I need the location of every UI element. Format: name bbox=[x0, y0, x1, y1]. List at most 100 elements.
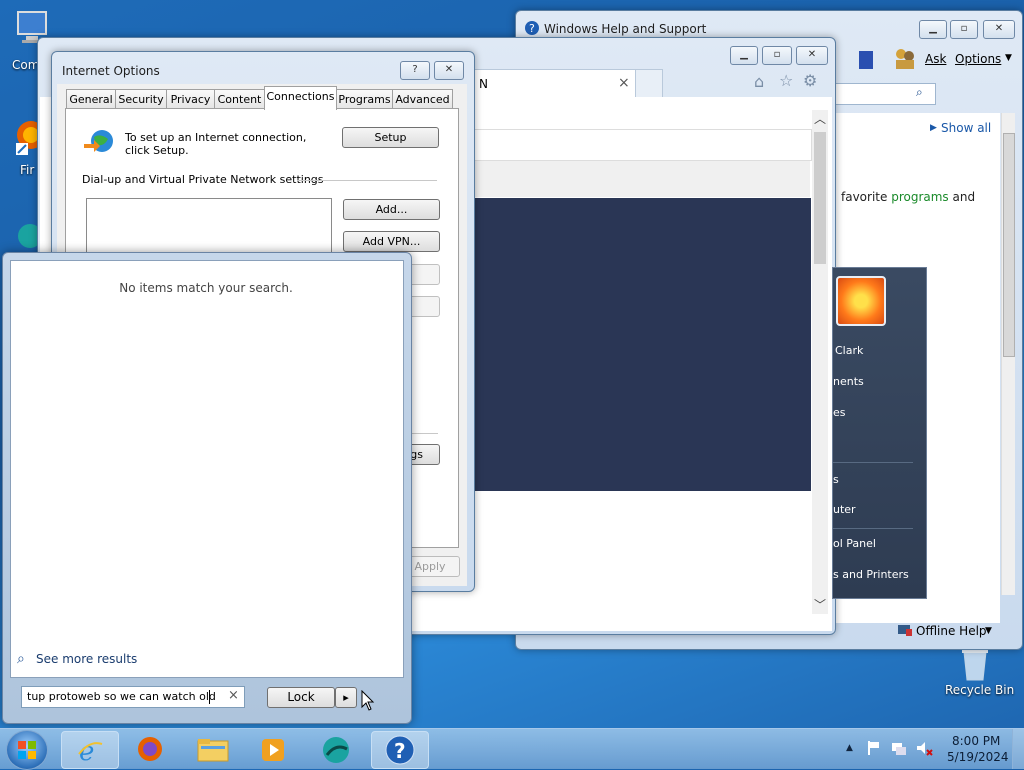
offline-help-button[interactable]: Offline Help bbox=[916, 624, 987, 638]
help-maximize-button[interactable]: ▫ bbox=[950, 20, 978, 39]
see-more-results-link[interactable]: See more results bbox=[36, 652, 137, 666]
tab-security[interactable]: Security bbox=[115, 89, 167, 109]
firefox-icon bbox=[138, 737, 162, 761]
lock-button[interactable]: Lock bbox=[267, 687, 335, 708]
browser-scrollbar-thumb[interactable] bbox=[814, 132, 826, 264]
svg-text:?: ? bbox=[529, 22, 535, 35]
tab-programs[interactable]: Programs bbox=[336, 89, 393, 109]
taskbar-app[interactable] bbox=[309, 731, 365, 767]
offline-help-icon[interactable] bbox=[897, 623, 913, 637]
shutdown-options-arrow-button[interactable]: ▸ bbox=[335, 687, 357, 708]
lan-settings-label: gs bbox=[410, 448, 423, 461]
favorites-star-icon[interactable]: ☆ bbox=[779, 71, 793, 90]
dialog-help-button[interactable]: ? bbox=[400, 61, 430, 80]
help-scrollbar-thumb[interactable] bbox=[1003, 133, 1015, 357]
see-more-search-icon[interactable]: ⌕ bbox=[17, 651, 25, 667]
help-close-button[interactable]: ✕ bbox=[983, 20, 1015, 39]
help-body-text-a: favorite bbox=[841, 190, 892, 204]
add-button[interactable]: Add... bbox=[343, 199, 440, 220]
add-vpn-button[interactable]: Add VPN... bbox=[343, 231, 440, 252]
new-tab-button[interactable] bbox=[635, 69, 663, 98]
taskbar-internet-explorer[interactable]: e bbox=[61, 731, 119, 769]
internet-options-title: Internet Options bbox=[62, 64, 160, 78]
start-menu: No items match your search. ⌕ See more r… bbox=[2, 252, 412, 724]
browser-address-strip bbox=[474, 129, 812, 161]
vpn-group-label: Dial-up and Virtual Private Network sett… bbox=[82, 173, 324, 186]
browser-close-button[interactable]: ✕ bbox=[796, 46, 828, 65]
gear-icon[interactable]: ⚙ bbox=[803, 71, 817, 90]
taskbar-media-player[interactable] bbox=[245, 731, 301, 767]
home-icon[interactable]: ⌂ bbox=[754, 72, 764, 91]
start-right-devices-printers[interactable]: s and Printers bbox=[833, 568, 909, 581]
start-right-control-panel[interactable]: ol Panel bbox=[833, 537, 876, 550]
computer-label: Com bbox=[12, 58, 40, 72]
start-search-value: tup protoweb so we can watch old bbox=[27, 690, 216, 703]
offline-help-chevron-down-icon[interactable]: ▼ bbox=[985, 626, 992, 636]
setup-button[interactable]: Setup bbox=[342, 127, 439, 148]
browser-tab-close-icon[interactable]: × bbox=[618, 75, 630, 91]
windows-logo-icon bbox=[18, 741, 36, 759]
browser-maximize-button[interactable]: ▫ bbox=[762, 46, 792, 65]
search-icon[interactable]: ⌕ bbox=[916, 85, 923, 100]
taskbar-firefox[interactable] bbox=[122, 731, 178, 767]
taskbar-file-explorer[interactable] bbox=[185, 731, 241, 767]
user-avatar[interactable] bbox=[836, 276, 886, 326]
svg-text:?: ? bbox=[394, 739, 406, 763]
tab-privacy[interactable]: Privacy bbox=[166, 89, 215, 109]
show-hidden-icons-button[interactable]: ▲ bbox=[846, 743, 853, 753]
help-window-title: Windows Help and Support bbox=[544, 22, 707, 36]
help-scrollbar[interactable] bbox=[1001, 113, 1015, 595]
taskbar-help[interactable]: ? bbox=[371, 731, 429, 769]
start-search-input[interactable]: tup protoweb so we can watch old × bbox=[21, 686, 245, 708]
setup-description: To set up an Internet connection, click … bbox=[125, 131, 307, 157]
start-right-pictures[interactable]: es bbox=[833, 406, 846, 419]
lan-group-divider bbox=[408, 433, 438, 434]
start-button[interactable] bbox=[6, 730, 48, 770]
tab-general[interactable]: General bbox=[66, 89, 116, 109]
clock-time[interactable]: 8:00 PM bbox=[952, 734, 1000, 748]
start-search-text-cursor bbox=[209, 690, 210, 704]
show-all-icon[interactable]: ▶ bbox=[930, 123, 937, 133]
browser-dark-panel bbox=[474, 198, 811, 491]
help-icon: ? bbox=[385, 735, 415, 765]
app-icon bbox=[323, 737, 349, 763]
dialog-close-button[interactable]: ✕ bbox=[434, 61, 464, 80]
action-center-flag-icon[interactable] bbox=[866, 740, 882, 756]
tab-advanced[interactable]: Advanced bbox=[392, 89, 453, 109]
firefox-label: Fir bbox=[20, 163, 35, 177]
browser-tab[interactable] bbox=[474, 69, 636, 98]
start-right-documents[interactable]: nents bbox=[833, 375, 864, 388]
help-minimize-button[interactable]: ▁ bbox=[919, 20, 947, 39]
vpn-group-divider bbox=[297, 180, 437, 181]
tab-content[interactable]: Content bbox=[214, 89, 265, 109]
network-icon[interactable] bbox=[890, 740, 908, 756]
start-right-games[interactable]: s bbox=[833, 473, 839, 486]
browser-gray-band bbox=[474, 161, 810, 197]
start-menu-right-pane: Clark nents es s uter ol Panel s and Pri… bbox=[832, 267, 927, 599]
start-right-computer[interactable]: uter bbox=[833, 503, 856, 516]
start-right-user[interactable]: Clark bbox=[835, 344, 863, 357]
start-right-divider-1 bbox=[833, 462, 913, 463]
recycle-bin-icon[interactable] bbox=[958, 646, 992, 682]
show-desktop-button[interactable] bbox=[1012, 729, 1024, 769]
internet-explorer-icon: e bbox=[78, 737, 103, 764]
volume-muted-icon[interactable] bbox=[915, 740, 933, 756]
tab-connections[interactable]: Connections bbox=[264, 86, 337, 110]
help-icon: ? bbox=[525, 21, 539, 35]
programs-link[interactable]: programs bbox=[891, 190, 948, 204]
recycle-bin-label: Recycle Bin bbox=[945, 683, 1015, 697]
browser-scroll-up-icon[interactable]: ︿ bbox=[814, 110, 826, 127]
vpn-connections-list[interactable] bbox=[86, 198, 332, 260]
options-button[interactable]: Options bbox=[955, 52, 1001, 66]
show-all-link[interactable]: Show all bbox=[941, 121, 991, 135]
browse-help-icon[interactable] bbox=[856, 49, 876, 71]
start-menu-results-pane bbox=[10, 260, 404, 678]
browser-scroll-down-icon[interactable]: ﹀ bbox=[814, 596, 826, 613]
ask-button[interactable]: Ask bbox=[925, 52, 946, 66]
browser-scrollbar[interactable]: ︿ ﹀ bbox=[812, 110, 828, 614]
browser-minimize-button[interactable]: ▁ bbox=[730, 46, 758, 65]
clear-search-icon[interactable]: × bbox=[228, 688, 239, 703]
clock-date[interactable]: 5/19/2024 bbox=[947, 750, 1009, 764]
options-chevron-down-icon[interactable]: ▼ bbox=[1005, 53, 1012, 63]
ask-icon[interactable] bbox=[894, 47, 916, 71]
